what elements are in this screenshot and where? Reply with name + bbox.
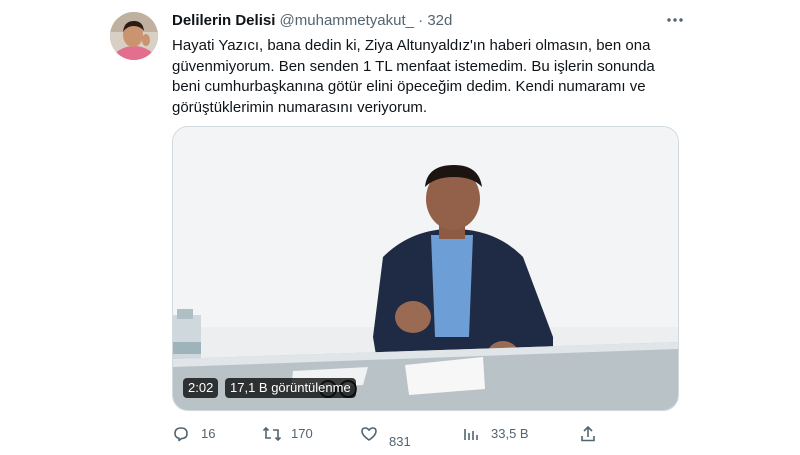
- user-handle[interactable]: @muhammetyakut_: [280, 12, 414, 29]
- separator-dot: ·: [418, 12, 424, 29]
- timestamp[interactable]: 32d: [427, 12, 452, 29]
- more-dots-icon: [667, 18, 683, 22]
- retweet-count: 170: [291, 426, 313, 441]
- video-frame: [173, 127, 678, 410]
- tweet-text: Hayati Yazıcı, bana dedin ki, Ziya Altun…: [172, 37, 655, 116]
- tweet-actions: 16 170 831 33,5 B: [172, 421, 677, 449]
- heart-icon: [361, 427, 377, 441]
- display-name[interactable]: Delilerin Delisi: [172, 12, 275, 29]
- video-duration-badge: 2:02: [183, 378, 219, 398]
- tweet[interactable]: Delilerin Delisi @muhammetyakut_ · 32d H…: [100, 0, 695, 450]
- reply-count: 16: [201, 426, 216, 441]
- like-count: 831: [389, 434, 411, 449]
- avatar[interactable]: [110, 12, 158, 60]
- tweet-header: Delilerin Delisi @muhammetyakut_ · 32d: [172, 11, 452, 31]
- views-count: 33,5 B: [491, 426, 529, 441]
- video-player[interactable]: 2:02 17,1 B görüntülenme: [172, 126, 679, 411]
- share-icon: [581, 425, 595, 442]
- reply-icon: [174, 427, 188, 442]
- more-icon[interactable]: [661, 10, 689, 32]
- retweet-icon: [262, 426, 282, 442]
- views-chart-icon: [464, 429, 478, 440]
- video-views-badge: 17,1 B görüntülenme: [225, 378, 356, 398]
